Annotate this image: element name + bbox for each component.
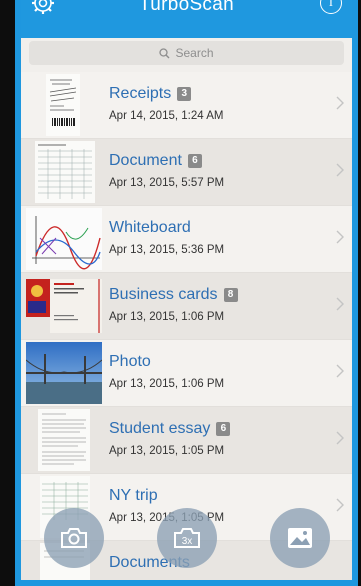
chevron-right-icon [336, 230, 344, 244]
gallery-icon [288, 528, 312, 548]
document-title-row: Photo [109, 353, 151, 371]
document-title-row: Receipts 3 [109, 85, 192, 103]
app-screen: TurboScan i Search Receipts 3 Apr 14, 20… [21, 0, 352, 580]
page-count-badge: 6 [187, 154, 202, 168]
document-date: Apr 13, 2015, 1:06 PM [109, 311, 225, 323]
document-title-row: Document 6 [109, 152, 202, 170]
batch-camera-icon: 3x [174, 528, 200, 548]
camera-icon [61, 528, 87, 548]
app-header: TurboScan i [21, 0, 352, 38]
document-row-student-essay[interactable]: Student essay 6 Apr 13, 2015, 1:05 PM [21, 407, 352, 474]
gallery-button[interactable] [270, 508, 330, 568]
document-row-whiteboard[interactable]: Whiteboard Apr 13, 2015, 5:36 PM [21, 206, 352, 273]
document-row-photo[interactable]: Photo Apr 13, 2015, 1:06 PM [21, 340, 352, 407]
document-title: Document [109, 152, 182, 169]
document-date: Apr 13, 2015, 1:05 PM [109, 445, 225, 457]
batch-scan-button[interactable]: 3x [157, 508, 217, 568]
document-title-row: Business cards 8 [109, 286, 238, 304]
whiteboard-thumbnail [26, 208, 102, 270]
search-icon [159, 47, 170, 58]
app-title: TurboScan [139, 0, 234, 15]
camera-button[interactable] [44, 508, 104, 568]
chevron-right-icon [336, 96, 344, 110]
receipt-thumbnail [26, 74, 102, 136]
document-title-row: Student essay 6 [109, 420, 231, 438]
document-row-document[interactable]: Document 6 Apr 13, 2015, 5:57 PM [21, 139, 352, 206]
document-thumbnail [26, 141, 102, 203]
search-bar: Search [21, 38, 352, 68]
document-title-row: Whiteboard [109, 219, 191, 237]
document-title: Whiteboard [109, 219, 191, 236]
document-date: Apr 13, 2015, 5:57 PM [109, 177, 225, 189]
chevron-right-icon [336, 163, 344, 177]
document-title: Photo [109, 353, 151, 370]
document-title: NY trip [109, 487, 158, 504]
page-count-badge: 8 [223, 288, 238, 302]
document-list: Receipts 3 Apr 14, 2015, 1:24 AM Documen… [21, 72, 352, 580]
document-title: Student essay [109, 420, 211, 437]
chevron-right-icon [336, 498, 344, 512]
document-date: Apr 14, 2015, 1:24 AM [109, 110, 224, 122]
document-date: Apr 13, 2015, 1:06 PM [109, 378, 225, 390]
essay-thumbnail [26, 409, 102, 471]
chevron-right-icon [336, 431, 344, 445]
business-card-thumbnail [26, 275, 102, 337]
document-title-row: NY trip [109, 487, 158, 505]
document-date: Apr 13, 2015, 5:36 PM [109, 244, 225, 256]
chevron-right-icon [336, 297, 344, 311]
document-row-business-cards[interactable]: Business cards 8 Apr 13, 2015, 1:06 PM [21, 273, 352, 340]
document-title: Business cards [109, 286, 218, 303]
document-title: Receipts [109, 85, 172, 102]
search-placeholder: Search [175, 46, 214, 60]
photo-thumbnail [26, 342, 102, 404]
page-count-badge: 3 [177, 87, 192, 101]
page-count-badge: 6 [216, 422, 231, 436]
document-row-receipts[interactable]: Receipts 3 Apr 14, 2015, 1:24 AM [21, 72, 352, 139]
batch-count-label: 3x [182, 536, 193, 547]
search-input[interactable]: Search [29, 41, 344, 65]
device-frame: TurboScan i Search Receipts 3 Apr 14, 20… [15, 0, 358, 586]
chevron-right-icon [336, 364, 344, 378]
